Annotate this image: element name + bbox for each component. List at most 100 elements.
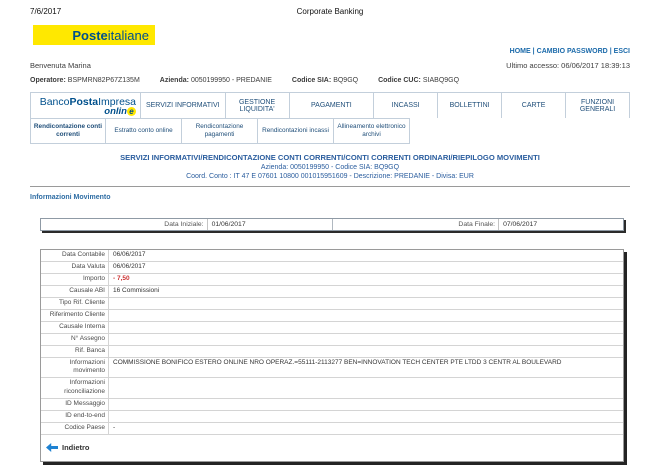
online-e-badge: e — [127, 107, 136, 116]
table-row: Riferimento Cliente — [41, 310, 623, 322]
date-start-input[interactable]: 01/06/2017 — [207, 219, 332, 230]
divider — [30, 186, 630, 187]
row-value — [109, 298, 623, 309]
subnav-estratto-conto-online[interactable]: Estratto conto online — [106, 118, 182, 144]
azienda-label: Azienda: — [160, 77, 189, 84]
welcome-text: Benvenuta Marina — [30, 61, 91, 70]
date-end-input[interactable]: 07/06/2017 — [498, 219, 623, 230]
poste-italiane-logo: Posteitaliane — [33, 25, 155, 45]
row-label: Informazioni riconciliazione — [41, 378, 109, 398]
azienda-value: 0050199950 - PREDANIE — [191, 77, 272, 84]
movement-detail-table: Data Contabile06/06/2017 Data Valuta06/0… — [40, 249, 624, 462]
context-azienda-line: Azienda: 0050199950 - Codice SIA: BQ9GQ — [0, 164, 660, 171]
context-header: SERVIZI INFORMATIVI/RENDICONTAZIONE CONT… — [0, 153, 660, 180]
row-value — [109, 399, 623, 410]
print-header-spacer — [480, 7, 630, 16]
tab-pagamenti[interactable]: PAGAMENTI — [290, 93, 375, 118]
breadcrumb: SERVIZI INFORMATIVI/RENDICONTAZIONE CONT… — [0, 153, 660, 162]
back-button[interactable]: Indietro — [41, 435, 623, 461]
row-label: Data Contabile — [41, 250, 109, 261]
print-date: 7/6/2017 — [30, 7, 180, 16]
row-label: Codice Paese — [41, 423, 109, 434]
row-label: Causale Interna — [41, 322, 109, 333]
table-row: Informazioni movimentoCOMMISSIONE BONIFI… — [41, 358, 623, 379]
codice-cuc-field: Codice CUC:SIABQ9GQ — [378, 77, 459, 84]
page-title: Corporate Banking — [180, 7, 480, 16]
date-start-group: Data Iniziale: 01/06/2017 — [41, 219, 333, 230]
table-row: Informazioni riconciliazione — [41, 378, 623, 399]
tab-incassi[interactable]: INCASSI — [374, 93, 438, 118]
row-value — [109, 411, 623, 422]
row-value — [109, 378, 623, 398]
subnav-rendicontazioni-incassi[interactable]: Rendicontazioni incassi — [258, 118, 334, 144]
azienda-field: Azienda:0050199950 - PREDANIE — [160, 77, 272, 84]
table-row: Data Contabile06/06/2017 — [41, 250, 623, 262]
row-label: ID Messaggio — [41, 399, 109, 410]
table-row: Tipo Rif. Cliente — [41, 298, 623, 310]
row-value: - — [109, 423, 623, 434]
operator-label: Operatore: — [30, 77, 66, 84]
date-end-label: Data Finale: — [333, 219, 499, 230]
table-row: ID end-to-end — [41, 411, 623, 423]
row-label: Causale ABI — [41, 286, 109, 297]
row-label: Rif. Banca — [41, 346, 109, 357]
codice-cuc-label: Codice CUC: — [378, 77, 421, 84]
subnav-rendicontazione-conti-correnti[interactable]: Rendicontazione conti correnti — [30, 118, 106, 144]
row-value — [109, 334, 623, 345]
row-value: 16 Commissioni — [109, 286, 623, 297]
row-value — [109, 346, 623, 357]
operator-bar: Operatore:BSPMRN82P67Z135M Azienda:00501… — [0, 77, 660, 84]
bancoposta-impresa-logo: BancoPostaImpresa online — [31, 93, 141, 118]
row-value: COMMISSIONE BONIFICO ESTERO ONLINE NRO O… — [109, 358, 623, 378]
welcome-row: Benvenuta Marina Ultimo accesso: 06/06/2… — [0, 61, 660, 70]
main-nav: BancoPostaImpresa online SERVIZI INFORMA… — [30, 92, 630, 118]
row-value — [109, 322, 623, 333]
date-start-label: Data Iniziale: — [41, 219, 207, 230]
subnav-rendicontazione-pagamenti[interactable]: Rendicontazione pagamenti — [182, 118, 258, 144]
context-conto-line: Coord. Conto : IT 47 E 07601 10800 00101… — [0, 173, 660, 180]
operator-value: BSPMRN82P67Z135M — [68, 77, 140, 84]
codice-cuc-value: SIABQ9GQ — [423, 77, 459, 84]
tab-servizi-informativi[interactable]: SERVIZI INFORMATIVI — [141, 93, 226, 118]
subnav-allineamento-elettronico-archivi[interactable]: Allineamento elettronico archivi — [334, 118, 410, 144]
last-access-text: Ultimo accesso: 06/06/2017 18:39:13 — [506, 61, 630, 70]
row-label: N° Assegno — [41, 334, 109, 345]
table-row: ID Messaggio — [41, 399, 623, 411]
print-header: 7/6/2017 Corporate Banking — [0, 0, 660, 16]
row-value: 06/06/2017 — [109, 262, 623, 273]
row-label: Data Valuta — [41, 262, 109, 273]
codice-sia-value: BQ9GQ — [333, 77, 358, 84]
tab-gestione-liquidita[interactable]: GESTIONE LIQUIDITA' — [226, 93, 290, 118]
table-row: Codice Paese- — [41, 423, 623, 435]
cambio-password-link[interactable]: CAMBIO PASSWORD — [537, 48, 608, 55]
row-label: Informazioni movimento — [41, 358, 109, 378]
back-arrow-icon — [46, 439, 58, 457]
tab-carte[interactable]: CARTE — [502, 93, 566, 118]
corporate-banking-page: 7/6/2017 Corporate Banking Posteitaliane… — [0, 0, 660, 468]
codice-sia-label: Codice SIA: — [292, 77, 331, 84]
table-row: Causale ABI16 Commissioni — [41, 286, 623, 298]
table-row: Importo- 7,50 — [41, 274, 623, 286]
date-filter-bar: Data Iniziale: 01/06/2017 Data Finale: 0… — [40, 218, 624, 231]
codice-sia-field: Codice SIA:BQ9GQ — [292, 77, 358, 84]
sub-nav: Rendicontazione conti correnti Estratto … — [30, 118, 630, 144]
row-label: Riferimento Cliente — [41, 310, 109, 321]
table-row: Data Valuta06/06/2017 — [41, 262, 623, 274]
date-end-group: Data Finale: 07/06/2017 — [333, 219, 624, 230]
back-button-label: Indietro — [62, 443, 90, 452]
tab-bollettini[interactable]: BOLLETTINI — [438, 93, 502, 118]
section-title: Informazioni Movimento — [30, 194, 660, 201]
home-link[interactable]: HOME — [510, 48, 531, 55]
row-label: ID end-to-end — [41, 411, 109, 422]
table-row: Causale Interna — [41, 322, 623, 334]
row-value-amount: - 7,50 — [109, 274, 623, 285]
row-label: Importo — [41, 274, 109, 285]
tab-funzioni-generali[interactable]: FUNZIONI GENERALI — [566, 93, 629, 118]
table-row: Rif. Banca — [41, 346, 623, 358]
logo-text-regular: italiane — [108, 28, 149, 43]
row-value: 06/06/2017 — [109, 250, 623, 261]
logo-band: Posteitaliane — [33, 25, 660, 45]
esci-link[interactable]: ESCI — [614, 48, 630, 55]
logo-text-bold: Poste — [72, 28, 107, 43]
row-value — [109, 310, 623, 321]
